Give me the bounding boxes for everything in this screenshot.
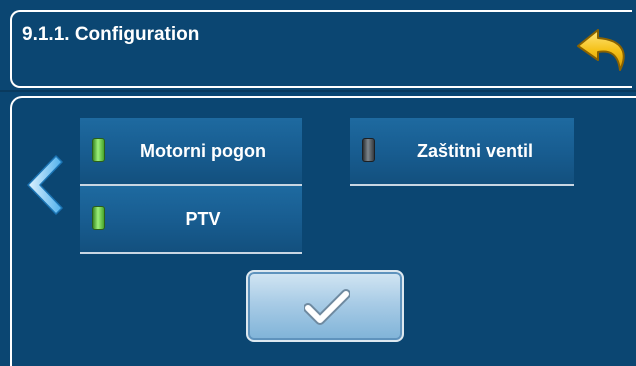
option-label: Zaštitni ventil bbox=[416, 140, 533, 161]
return-arrow-icon[interactable] bbox=[574, 26, 632, 76]
page-title: 9.1.1. Configuration bbox=[22, 24, 200, 45]
option-label: Motorni pogon bbox=[140, 140, 266, 161]
header-bar: 9.1.1. Configuration bbox=[0, 0, 636, 92]
header-frame bbox=[10, 10, 632, 88]
option-motorni-pogon[interactable]: Motorni pogon bbox=[80, 118, 302, 184]
checkmark-icon bbox=[304, 289, 350, 325]
chevron-left-icon[interactable] bbox=[20, 152, 66, 218]
option-ptv[interactable]: PTV bbox=[80, 186, 302, 252]
option-label: PTV bbox=[185, 208, 221, 229]
option-zastitni-ventil[interactable]: Zaštitni ventil bbox=[350, 118, 574, 184]
confirm-button[interactable] bbox=[246, 270, 404, 342]
